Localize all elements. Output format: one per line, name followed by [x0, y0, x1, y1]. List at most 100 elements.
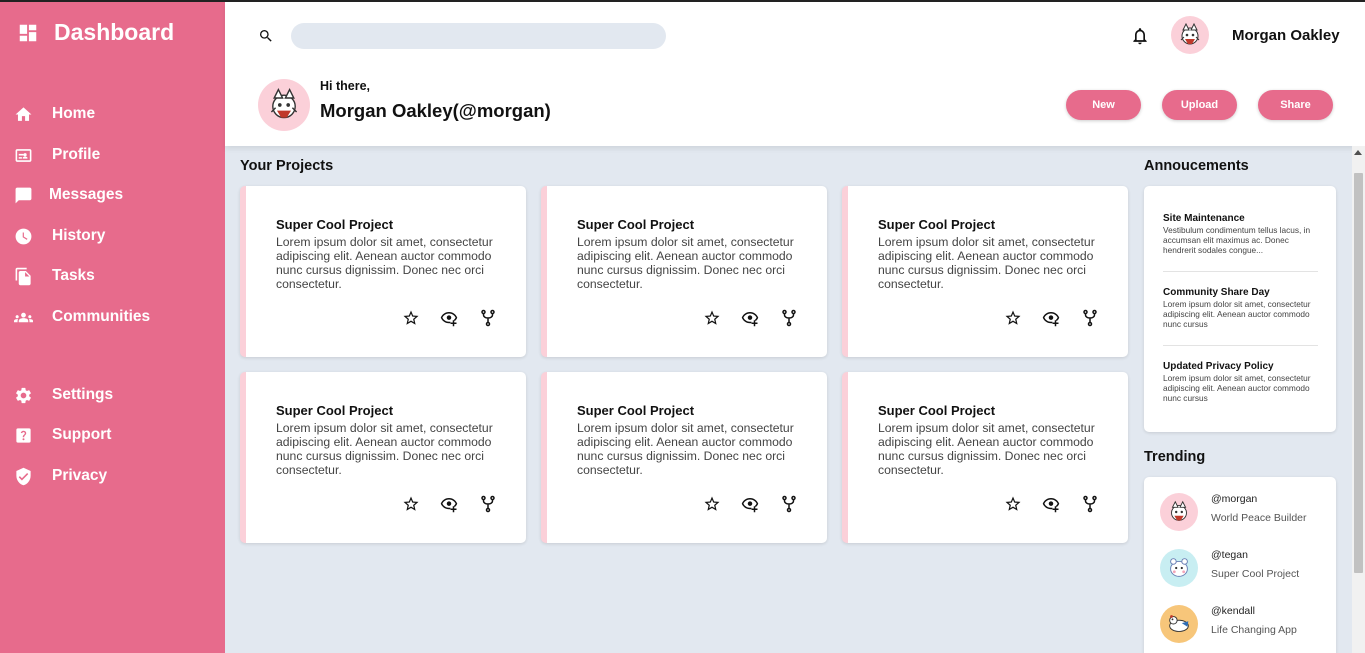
upload-button[interactable]: Upload — [1162, 90, 1237, 120]
trending-handle: @tegan — [1211, 549, 1248, 561]
avatar-character-icon — [1170, 558, 1188, 577]
star-icon[interactable] — [402, 495, 420, 513]
divider — [1163, 345, 1318, 346]
scroll-up-arrow[interactable] — [1354, 150, 1362, 155]
scroll-thumb[interactable] — [1354, 173, 1363, 573]
greeting-text: Hi there, — [320, 79, 371, 93]
avatar — [1160, 605, 1198, 643]
bell-icon[interactable] — [1130, 26, 1150, 46]
project-title: Super Cool Project — [878, 403, 996, 418]
brand[interactable]: Dashboard — [17, 19, 174, 46]
sidebar-item-label: Privacy — [52, 467, 108, 484]
trending-item[interactable]: @tegan Super Cool Project — [1160, 549, 1330, 589]
watch-icon[interactable] — [741, 495, 759, 513]
search-input[interactable] — [291, 23, 666, 49]
project-card[interactable]: Super Cool Project Lorem ipsum dolor sit … — [541, 186, 827, 357]
scrollbar[interactable] — [1352, 146, 1365, 653]
sidebar-item-label: Communities — [52, 308, 151, 325]
watch-icon[interactable] — [1042, 495, 1060, 513]
trending-item[interactable]: @kendall Life Changing App — [1160, 605, 1330, 645]
trending-project: Super Cool Project — [1211, 568, 1300, 580]
sidebar-item-home[interactable]: Home — [14, 102, 95, 126]
trending-panel: @morgan World Peace Builder @tegan Super… — [1144, 477, 1336, 653]
sidebar-item-tasks[interactable]: Tasks — [14, 264, 95, 288]
project-description: Lorem ipsum dolor sit amet, consectetur … — [577, 235, 794, 291]
watch-icon[interactable] — [440, 495, 458, 513]
sidebar-item-settings[interactable]: Settings — [14, 383, 113, 407]
avatar[interactable] — [1171, 16, 1209, 54]
sidebar-item-history[interactable]: History — [14, 224, 105, 248]
people-icon — [14, 312, 33, 322]
top-header: Morgan Oakley Hi there, Morgan Oakley(@m… — [225, 2, 1365, 146]
new-button[interactable]: New — [1066, 90, 1141, 120]
project-card[interactable]: Super Cool Project Lorem ipsum dolor sit … — [541, 372, 827, 543]
fork-icon[interactable] — [1081, 309, 1099, 327]
watch-icon[interactable] — [1042, 309, 1060, 327]
share-button[interactable]: Share — [1258, 90, 1333, 120]
shield-icon — [16, 467, 31, 485]
announcement-item[interactable]: Site Maintenance Vestibulum condimentum … — [1163, 213, 1318, 255]
fork-icon[interactable] — [1081, 495, 1099, 513]
profile-avatar — [258, 79, 310, 131]
project-actions — [703, 309, 799, 329]
star-icon[interactable] — [1004, 495, 1022, 513]
window-top-border — [0, 0, 1365, 2]
avatar-character-icon — [270, 88, 298, 119]
trending-handle: @morgan — [1211, 493, 1258, 505]
star-icon[interactable] — [703, 495, 721, 513]
chat-icon — [15, 187, 32, 203]
star-icon[interactable] — [1004, 309, 1022, 327]
trending-heading: Trending — [1144, 449, 1206, 465]
sidebar-item-communities[interactable]: Communities — [14, 305, 150, 329]
sidebar-item-profile[interactable]: Profile — [14, 143, 100, 167]
announcement-body: Vestibulum condimentum tellus lacus, in … — [1163, 225, 1311, 255]
search-icon[interactable] — [258, 28, 274, 44]
star-icon[interactable] — [703, 309, 721, 327]
avatar-character-icon — [1169, 615, 1189, 632]
announcement-item[interactable]: Community Share Day Lorem ipsum dolor si… — [1163, 287, 1318, 329]
project-card[interactable]: Super Cool Project Lorem ipsum dolor sit … — [842, 372, 1128, 543]
avatar — [1160, 493, 1198, 531]
project-description: Lorem ipsum dolor sit amet, consectetur … — [878, 235, 1095, 291]
watch-icon[interactable] — [741, 309, 759, 327]
project-actions — [703, 495, 799, 515]
announcement-item[interactable]: Updated Privacy Policy Lorem ipsum dolor… — [1163, 361, 1318, 403]
announcement-title: Updated Privacy Policy — [1163, 361, 1274, 372]
avatar — [1160, 549, 1198, 587]
gear-icon — [16, 387, 31, 403]
trending-project: World Peace Builder — [1211, 512, 1307, 524]
star-icon[interactable] — [402, 309, 420, 327]
announcement-body: Lorem ipsum dolor sit amet, consectetur … — [1163, 299, 1311, 329]
avatar-character-icon — [1180, 22, 1200, 45]
sidebar-item-label: Home — [52, 105, 96, 122]
project-card[interactable]: Super Cool Project Lorem ipsum dolor sit … — [842, 186, 1128, 357]
sidebar-item-messages[interactable]: Messages — [14, 183, 123, 207]
fork-icon[interactable] — [780, 495, 798, 513]
sidebar-item-label: History — [52, 227, 106, 244]
watch-icon[interactable] — [440, 309, 458, 327]
project-card[interactable]: Super Cool Project Lorem ipsum dolor sit … — [240, 186, 526, 357]
trending-item[interactable]: @morgan World Peace Builder — [1160, 493, 1330, 533]
announcement-title: Site Maintenance — [1163, 213, 1245, 224]
project-description: Lorem ipsum dolor sit amet, consectetur … — [878, 421, 1095, 477]
fork-icon[interactable] — [479, 309, 497, 327]
project-title: Super Cool Project — [878, 217, 996, 232]
sidebar-item-privacy[interactable]: Privacy — [14, 464, 107, 488]
home-icon — [15, 106, 32, 121]
fork-icon[interactable] — [479, 495, 497, 513]
avatar-character-icon — [1171, 500, 1187, 521]
project-title: Super Cool Project — [276, 217, 394, 232]
project-description: Lorem ipsum dolor sit amet, consectetur … — [577, 421, 794, 477]
user-name[interactable]: Morgan Oakley — [1232, 27, 1340, 44]
clock-icon — [15, 228, 32, 244]
documents-icon — [15, 267, 31, 285]
sidebar-item-support[interactable]: Support — [14, 423, 111, 447]
trending-project: Life Changing App — [1211, 624, 1297, 636]
app-title: Dashboard — [54, 19, 175, 45]
announcements-panel: Site Maintenance Vestibulum condimentum … — [1144, 186, 1336, 432]
project-card[interactable]: Super Cool Project Lorem ipsum dolor sit … — [240, 372, 526, 543]
project-description: Lorem ipsum dolor sit amet, consectetur … — [276, 421, 493, 477]
fork-icon[interactable] — [780, 309, 798, 327]
sidebar-item-label: Messages — [49, 186, 124, 203]
divider — [1163, 271, 1318, 272]
